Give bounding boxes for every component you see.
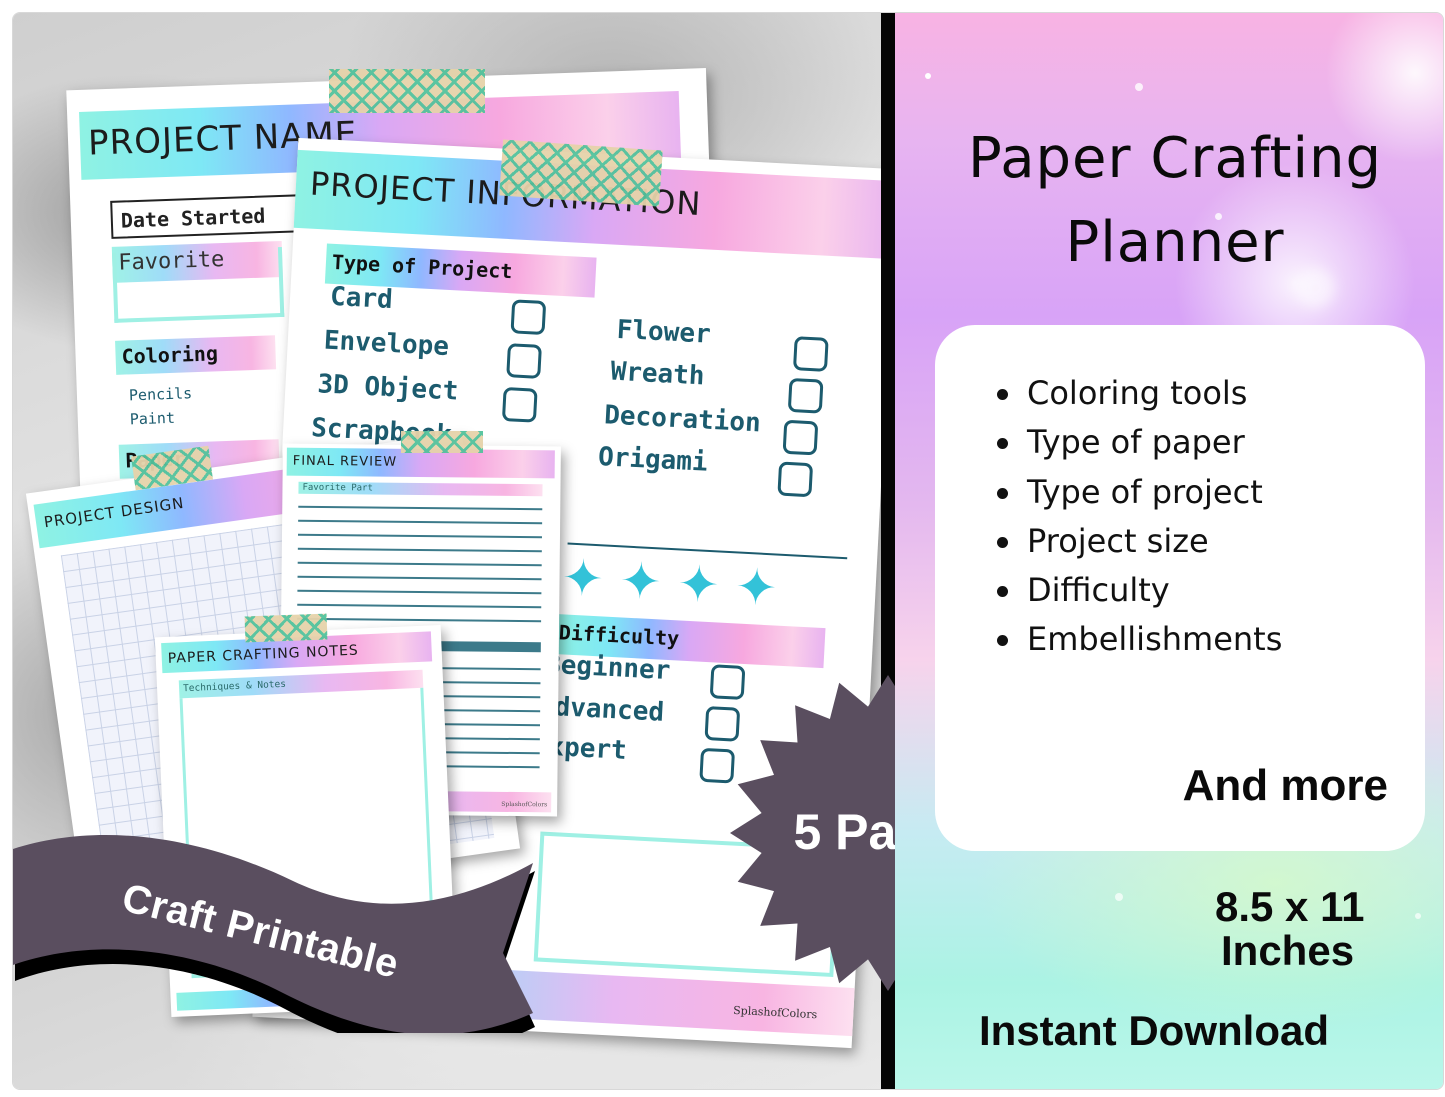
checkbox	[787, 377, 824, 414]
product-title: Paper Crafting Planner	[895, 117, 1443, 285]
sparkle	[1135, 83, 1143, 91]
writing-line	[297, 589, 542, 594]
washi-tape	[401, 431, 483, 453]
feature-card: Coloring tools Type of paper Type of pro…	[935, 325, 1425, 851]
sparkle	[1415, 913, 1421, 919]
writing-line	[298, 505, 543, 510]
feature-item: Embellishments	[993, 615, 1282, 664]
feature-item: Difficulty	[993, 566, 1282, 615]
washi-tape	[329, 69, 485, 113]
title-line-1: Paper Crafting	[967, 126, 1383, 191]
checkbox	[792, 336, 829, 372]
writing-line	[297, 561, 542, 566]
feature-item: Type of project	[993, 468, 1282, 517]
writing-line	[297, 617, 542, 622]
checkbox	[777, 461, 814, 498]
instant-download-label: Instant Download	[979, 1007, 1329, 1054]
checkbox	[510, 299, 547, 336]
sparkle	[925, 73, 931, 79]
project-type-option: Wreath	[609, 356, 706, 392]
project-type-option: Envelope	[323, 325, 450, 363]
project-type-option: Origami	[597, 442, 709, 478]
writing-line	[297, 547, 542, 552]
feature-text: Type of paper	[1027, 423, 1245, 462]
origami-crane-icon: ✦	[560, 549, 622, 609]
project-type-option: Card	[329, 281, 394, 316]
feature-text: Type of project	[1027, 472, 1263, 511]
sheet-title: FINAL REVIEW	[292, 453, 398, 470]
feature-list: Coloring tools Type of paper Type of pro…	[993, 369, 1282, 665]
origami-crane-icon: ✦	[733, 558, 795, 618]
brand-mark: SplashofColors	[501, 800, 548, 809]
feature-item: Coloring tools	[993, 369, 1282, 418]
bullet-icon	[997, 389, 1008, 400]
origami-crane-icons: ✦✦✦✦	[560, 548, 794, 618]
project-type-option: 3D Object	[316, 369, 460, 407]
checkbox	[782, 419, 819, 456]
feature-text: Embellishments	[1027, 620, 1283, 659]
page-size: 8.5 x 11	[1215, 883, 1365, 930]
sparkle	[1115, 893, 1123, 901]
coloring-label: Coloring	[115, 335, 277, 375]
feature-text: Difficulty	[1027, 571, 1170, 610]
favorite-box	[111, 246, 285, 323]
feature-text: Project size	[1027, 521, 1209, 560]
product-info-panel: Paper Crafting Planner Coloring tools Ty…	[895, 13, 1443, 1089]
writing-line	[297, 575, 542, 580]
washi-tape	[244, 613, 328, 643]
writing-line	[297, 533, 542, 538]
checkbox	[506, 343, 542, 379]
favorite-part-label: Favorite Part	[298, 481, 543, 497]
origami-crane-icon: ✦	[675, 555, 737, 615]
product-listing-image: PROJECT NAME Date Started Favorite Color…	[12, 12, 1444, 1090]
bullet-icon	[997, 487, 1008, 499]
feature-item: Project size	[993, 517, 1282, 566]
page-size-unit: Inches	[1221, 927, 1355, 974]
project-type-option: Flower	[616, 314, 712, 350]
writing-line	[298, 519, 543, 524]
bullet-icon	[997, 586, 1008, 598]
coloring-item: Pencils	[128, 384, 193, 405]
and-more-label: And more	[1182, 761, 1388, 810]
title-line-2: Planner	[1065, 210, 1285, 275]
bullet-icon	[997, 536, 1008, 548]
feature-text: Coloring tools	[1027, 374, 1248, 412]
washi-tape	[499, 139, 663, 207]
origami-crane-icon: ✦	[618, 552, 679, 612]
checkbox	[501, 386, 538, 423]
bullet-icon	[997, 438, 1008, 450]
project-type-option: Decoration	[603, 400, 762, 439]
bullet-icon	[997, 635, 1008, 647]
difficulty-option: Beginner	[544, 649, 672, 687]
feature-item: Type of paper	[993, 418, 1282, 467]
writing-line	[297, 603, 542, 608]
coloring-item: Paint	[129, 408, 176, 429]
